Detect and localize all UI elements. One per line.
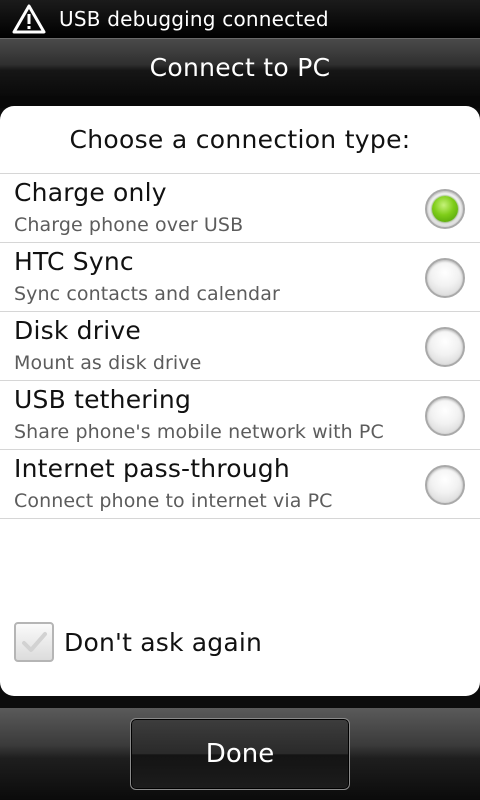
screen: USB debugging connected Connect to PC Ch… [0, 0, 480, 800]
bottom-bar: Done [0, 708, 480, 800]
dont-ask-again-row[interactable]: Don't ask again [14, 622, 262, 662]
option-title: USB tethering [14, 385, 192, 414]
status-text: USB debugging connected [59, 7, 329, 31]
checkmark-icon [22, 632, 47, 652]
option-title: Internet pass-through [14, 454, 290, 483]
option-internet-pass-through[interactable]: Internet pass-through Connect phone to i… [0, 450, 480, 519]
done-button[interactable]: Done [130, 718, 350, 790]
option-subtitle: Charge phone over USB [14, 214, 244, 236]
radio-disk-drive[interactable] [425, 327, 465, 367]
option-subtitle: Connect phone to internet via PC [14, 490, 333, 512]
option-subtitle: Sync contacts and calendar [14, 283, 280, 305]
connection-dialog: Choose a connection type: Charge only Ch… [0, 106, 480, 696]
dont-ask-again-label: Don't ask again [64, 627, 263, 657]
option-disk-drive[interactable]: Disk drive Mount as disk drive [0, 312, 480, 381]
option-usb-tethering[interactable]: USB tethering Share phone's mobile netwo… [0, 381, 480, 450]
title-bar: Connect to PC [0, 38, 480, 96]
option-charge-only[interactable]: Charge only Charge phone over USB [0, 174, 480, 243]
option-subtitle: Mount as disk drive [14, 352, 202, 374]
dialog-heading: Choose a connection type: [0, 106, 480, 174]
radio-usb-tethering[interactable] [425, 396, 465, 436]
usb-debug-warning-icon [12, 4, 46, 34]
radio-htc-sync[interactable] [425, 258, 465, 298]
page-title: Connect to PC [149, 53, 331, 82]
dont-ask-again-checkbox[interactable] [14, 622, 54, 662]
radio-internet-pass-through[interactable] [425, 465, 465, 505]
radio-charge-only[interactable] [425, 189, 465, 229]
option-htc-sync[interactable]: HTC Sync Sync contacts and calendar [0, 243, 480, 312]
option-subtitle: Share phone's mobile network with PC [14, 421, 384, 443]
option-title: Charge only [14, 178, 167, 207]
option-title: Disk drive [14, 316, 141, 345]
option-title: HTC Sync [14, 247, 134, 276]
status-bar: USB debugging connected [0, 0, 480, 38]
